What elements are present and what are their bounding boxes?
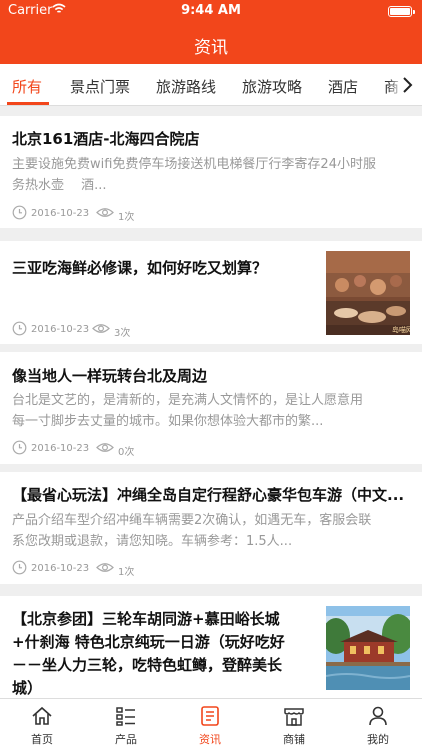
tabbar-news[interactable]: 资讯 [168, 699, 252, 750]
tabbar-products[interactable]: 产品 [84, 699, 168, 750]
tab-hotels[interactable]: 酒店 [328, 76, 358, 97]
tabbar-home[interactable]: 首页 [0, 699, 84, 750]
article-desc-line: 每一寸脚步去丈量的城市。如果你想体验大都市的繁... [12, 414, 324, 429]
article-card[interactable]: 像当地人一样玩转台北及周边 台北是文艺的，是清新的，是充满人文情怀的，是让人愿意… [0, 352, 422, 464]
seafood-market-thumbnail: 岛喵网 [326, 251, 410, 335]
article-card[interactable]: 北京161酒店-北海四合院店 主要设施免费wifi免费停车场接送机电梯餐厅行李寄… [0, 116, 422, 228]
eye-icon [92, 324, 110, 333]
status-time: 9:44 AM [181, 3, 241, 18]
tabbar-profile[interactable]: 我的 [336, 699, 420, 750]
eye-icon [96, 443, 114, 452]
article-title-line: 城） [12, 679, 43, 697]
article-views: 0次 [118, 447, 135, 458]
beijing-hutong-thumbnail [326, 606, 410, 690]
battery-icon [388, 6, 415, 17]
article-title-line: +什刹海 特色北京纯玩一日游（玩好吃好 [12, 633, 285, 651]
article-title: 北京161酒店-北海四合院店 [12, 130, 200, 148]
article-title: 三亚吃海鲜必修课，如何好吃又划算？ [12, 259, 268, 277]
thumbnail-watermark: 岛喵网 [392, 325, 410, 334]
bottom-tab-bar: 首页 产品 资讯 商铺 我的 [0, 698, 422, 750]
tab-guides[interactable]: 旅游攻略 [242, 76, 302, 97]
clock-icon [12, 205, 27, 220]
article-views: 3次 [114, 328, 131, 339]
article-views: 1次 [118, 212, 135, 223]
category-tabs: 所有 景点门票 旅游路线 旅游攻略 酒店 商 [0, 64, 422, 106]
chevron-right-icon[interactable] [400, 76, 414, 94]
header-bar: Carrier 9:44 AM 资讯 [0, 0, 422, 64]
eye-icon [96, 208, 114, 217]
article-title: 像当地人一样玩转台北及周边 [12, 367, 208, 385]
clock-icon [12, 321, 27, 336]
tabbar-label: 商铺 [283, 733, 305, 746]
tab-all[interactable]: 所有 [12, 76, 42, 97]
article-date: 2016-10-23 [31, 563, 90, 574]
eye-icon [96, 563, 114, 572]
article-date: 2016-10-23 [31, 443, 90, 454]
tabbar-shops[interactable]: 商铺 [252, 699, 336, 750]
shop-icon [284, 708, 304, 726]
tabbar-label: 首页 [31, 733, 53, 746]
tabbar-label: 资讯 [199, 733, 221, 746]
article-title: 【最省心玩法】冲绳全岛自定行程舒心豪华包车游（中文... [12, 486, 405, 504]
news-icon [201, 706, 219, 726]
article-desc-line: 台北是文艺的，是清新的，是充满人文情怀的，是让人愿意用 [12, 393, 364, 408]
article-meta: 2016-10-23 3次 [12, 321, 212, 339]
profile-icon [369, 706, 387, 726]
article-desc-line: 主要设施免费wifi免费停车场接送机电梯餐厅行李寄存24小时服 [12, 157, 376, 172]
page-title: 资讯 [194, 38, 228, 58]
product-list-icon [116, 707, 135, 726]
article-desc-line: 务热水壶 酒... [12, 178, 107, 193]
article-desc-line: 系您改期或退款，请您知晓。车辆参考：1.5人... [12, 534, 293, 549]
tab-routes[interactable]: 旅游路线 [156, 76, 216, 97]
article-meta: 2016-10-23 1次 [12, 205, 212, 223]
article-desc-line: 产品介绍车型介绍冲绳车辆需要2次确认，如遇无车，客服会联 [12, 513, 372, 528]
home-icon [32, 706, 52, 725]
tabbar-label: 我的 [367, 733, 389, 746]
article-views: 1次 [118, 567, 135, 578]
status-bar: Carrier 9:44 AM [0, 0, 422, 22]
article-title-line: －－坐人力三轮，吃特色虹鳟，登醉美长 [12, 656, 283, 674]
article-card[interactable]: 【最省心玩法】冲绳全岛自定行程舒心豪华包车游（中文... 产品介绍车型介绍冲绳车… [0, 472, 422, 584]
article-meta: 2016-10-23 0次 [12, 440, 212, 458]
article-card[interactable]: 三亚吃海鲜必修课，如何好吃又划算？ 2016-10-23 3次 岛喵网 [0, 241, 422, 344]
article-meta: 2016-10-23 1次 [12, 560, 212, 578]
article-title-line: 【北京参团】三轮车胡同游+慕田峪长城 [12, 610, 280, 628]
article-date: 2016-10-23 [31, 324, 90, 335]
tab-tickets[interactable]: 景点门票 [70, 76, 130, 97]
active-tab-indicator [7, 102, 49, 105]
article-date: 2016-10-23 [31, 208, 90, 219]
clock-icon [12, 440, 27, 455]
article-card[interactable]: 【北京参团】三轮车胡同游+慕田峪长城 +什刹海 特色北京纯玩一日游（玩好吃好 －… [0, 596, 422, 698]
clock-icon [12, 560, 27, 575]
tabbar-label: 产品 [115, 733, 137, 746]
